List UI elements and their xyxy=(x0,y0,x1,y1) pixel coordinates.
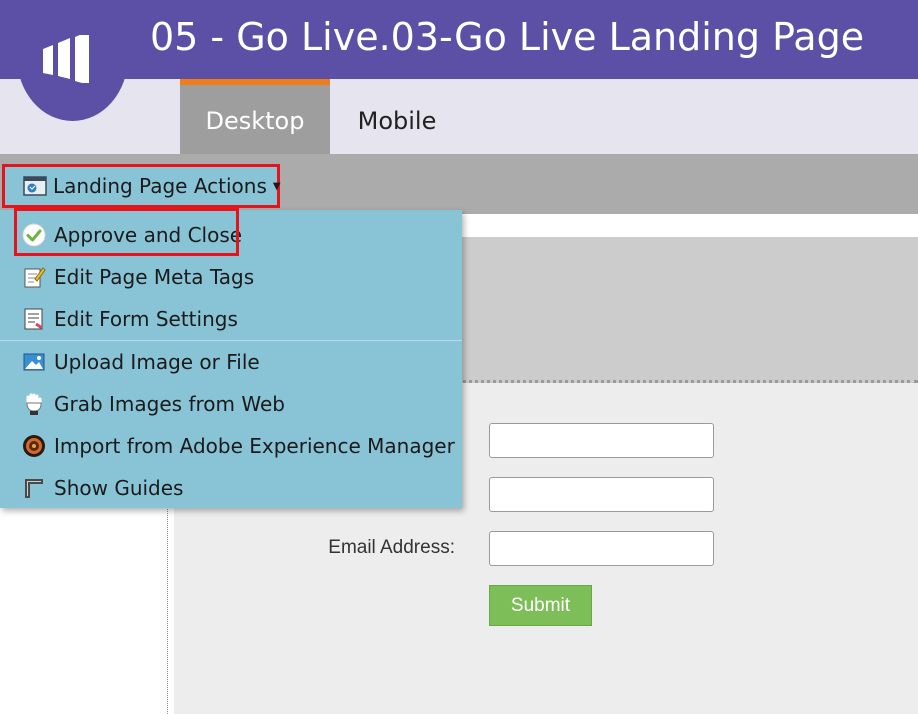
app-header: 05 - Go Live.03-Go Live Landing Page xyxy=(0,0,918,79)
view-tabbar: Desktop Mobile xyxy=(0,79,918,154)
tab-desktop[interactable]: Desktop xyxy=(180,79,330,154)
menu-item-label: Grab Images from Web xyxy=(54,392,285,416)
meta-tags-icon xyxy=(22,265,46,289)
menu-item-show-guides[interactable]: Show Guides xyxy=(0,467,462,509)
menu-item-edit-page-meta-tags[interactable]: Edit Page Meta Tags xyxy=(0,256,462,298)
check-circle-icon xyxy=(22,223,46,247)
form-input-2[interactable] xyxy=(489,477,714,512)
submit-button[interactable]: Submit xyxy=(489,585,592,626)
email-address-label: Email Address: xyxy=(328,537,455,558)
landing-page-actions-button[interactable]: Landing Page Actions ▼ xyxy=(2,164,281,208)
form-settings-icon xyxy=(22,307,46,331)
menu-item-label: Edit Page Meta Tags xyxy=(54,265,255,289)
page-title: 05 - Go Live.03-Go Live Landing Page xyxy=(150,15,865,59)
menu-item-edit-form-settings[interactable]: Edit Form Settings xyxy=(0,298,462,340)
adobe-aem-icon xyxy=(22,434,46,458)
menu-item-upload-image-or-file[interactable]: Upload Image or File xyxy=(0,341,462,383)
tab-mobile[interactable]: Mobile xyxy=(330,79,464,154)
logo-bars-icon xyxy=(43,35,89,83)
chevron-down-icon: ▼ xyxy=(272,180,281,192)
menu-item-label: Upload Image or File xyxy=(54,350,260,374)
landing-page-actions-label: Landing Page Actions xyxy=(53,174,267,198)
menu-item-label: Approve and Close xyxy=(54,223,243,247)
menu-item-grab-images-from-web[interactable]: Grab Images from Web xyxy=(0,383,462,425)
landing-page-actions-menu: Approve and Close Edit Page Meta Tags Ed… xyxy=(0,210,462,508)
grab-hand-icon xyxy=(22,392,46,416)
menu-item-label: Show Guides xyxy=(54,476,184,500)
menu-item-label: Import from Adobe Experience Manager xyxy=(54,434,455,458)
image-upload-icon xyxy=(22,350,46,374)
menu-item-label: Edit Form Settings xyxy=(54,307,238,331)
landing-page-icon xyxy=(23,176,47,196)
form-input-1[interactable] xyxy=(489,423,714,458)
menu-item-import-from-adobe-experience-manager[interactable]: Import from Adobe Experience Manager xyxy=(0,425,462,467)
menu-item-approve-and-close[interactable]: Approve and Close xyxy=(0,214,462,256)
guides-icon xyxy=(22,476,46,500)
email-address-input[interactable] xyxy=(489,531,714,566)
